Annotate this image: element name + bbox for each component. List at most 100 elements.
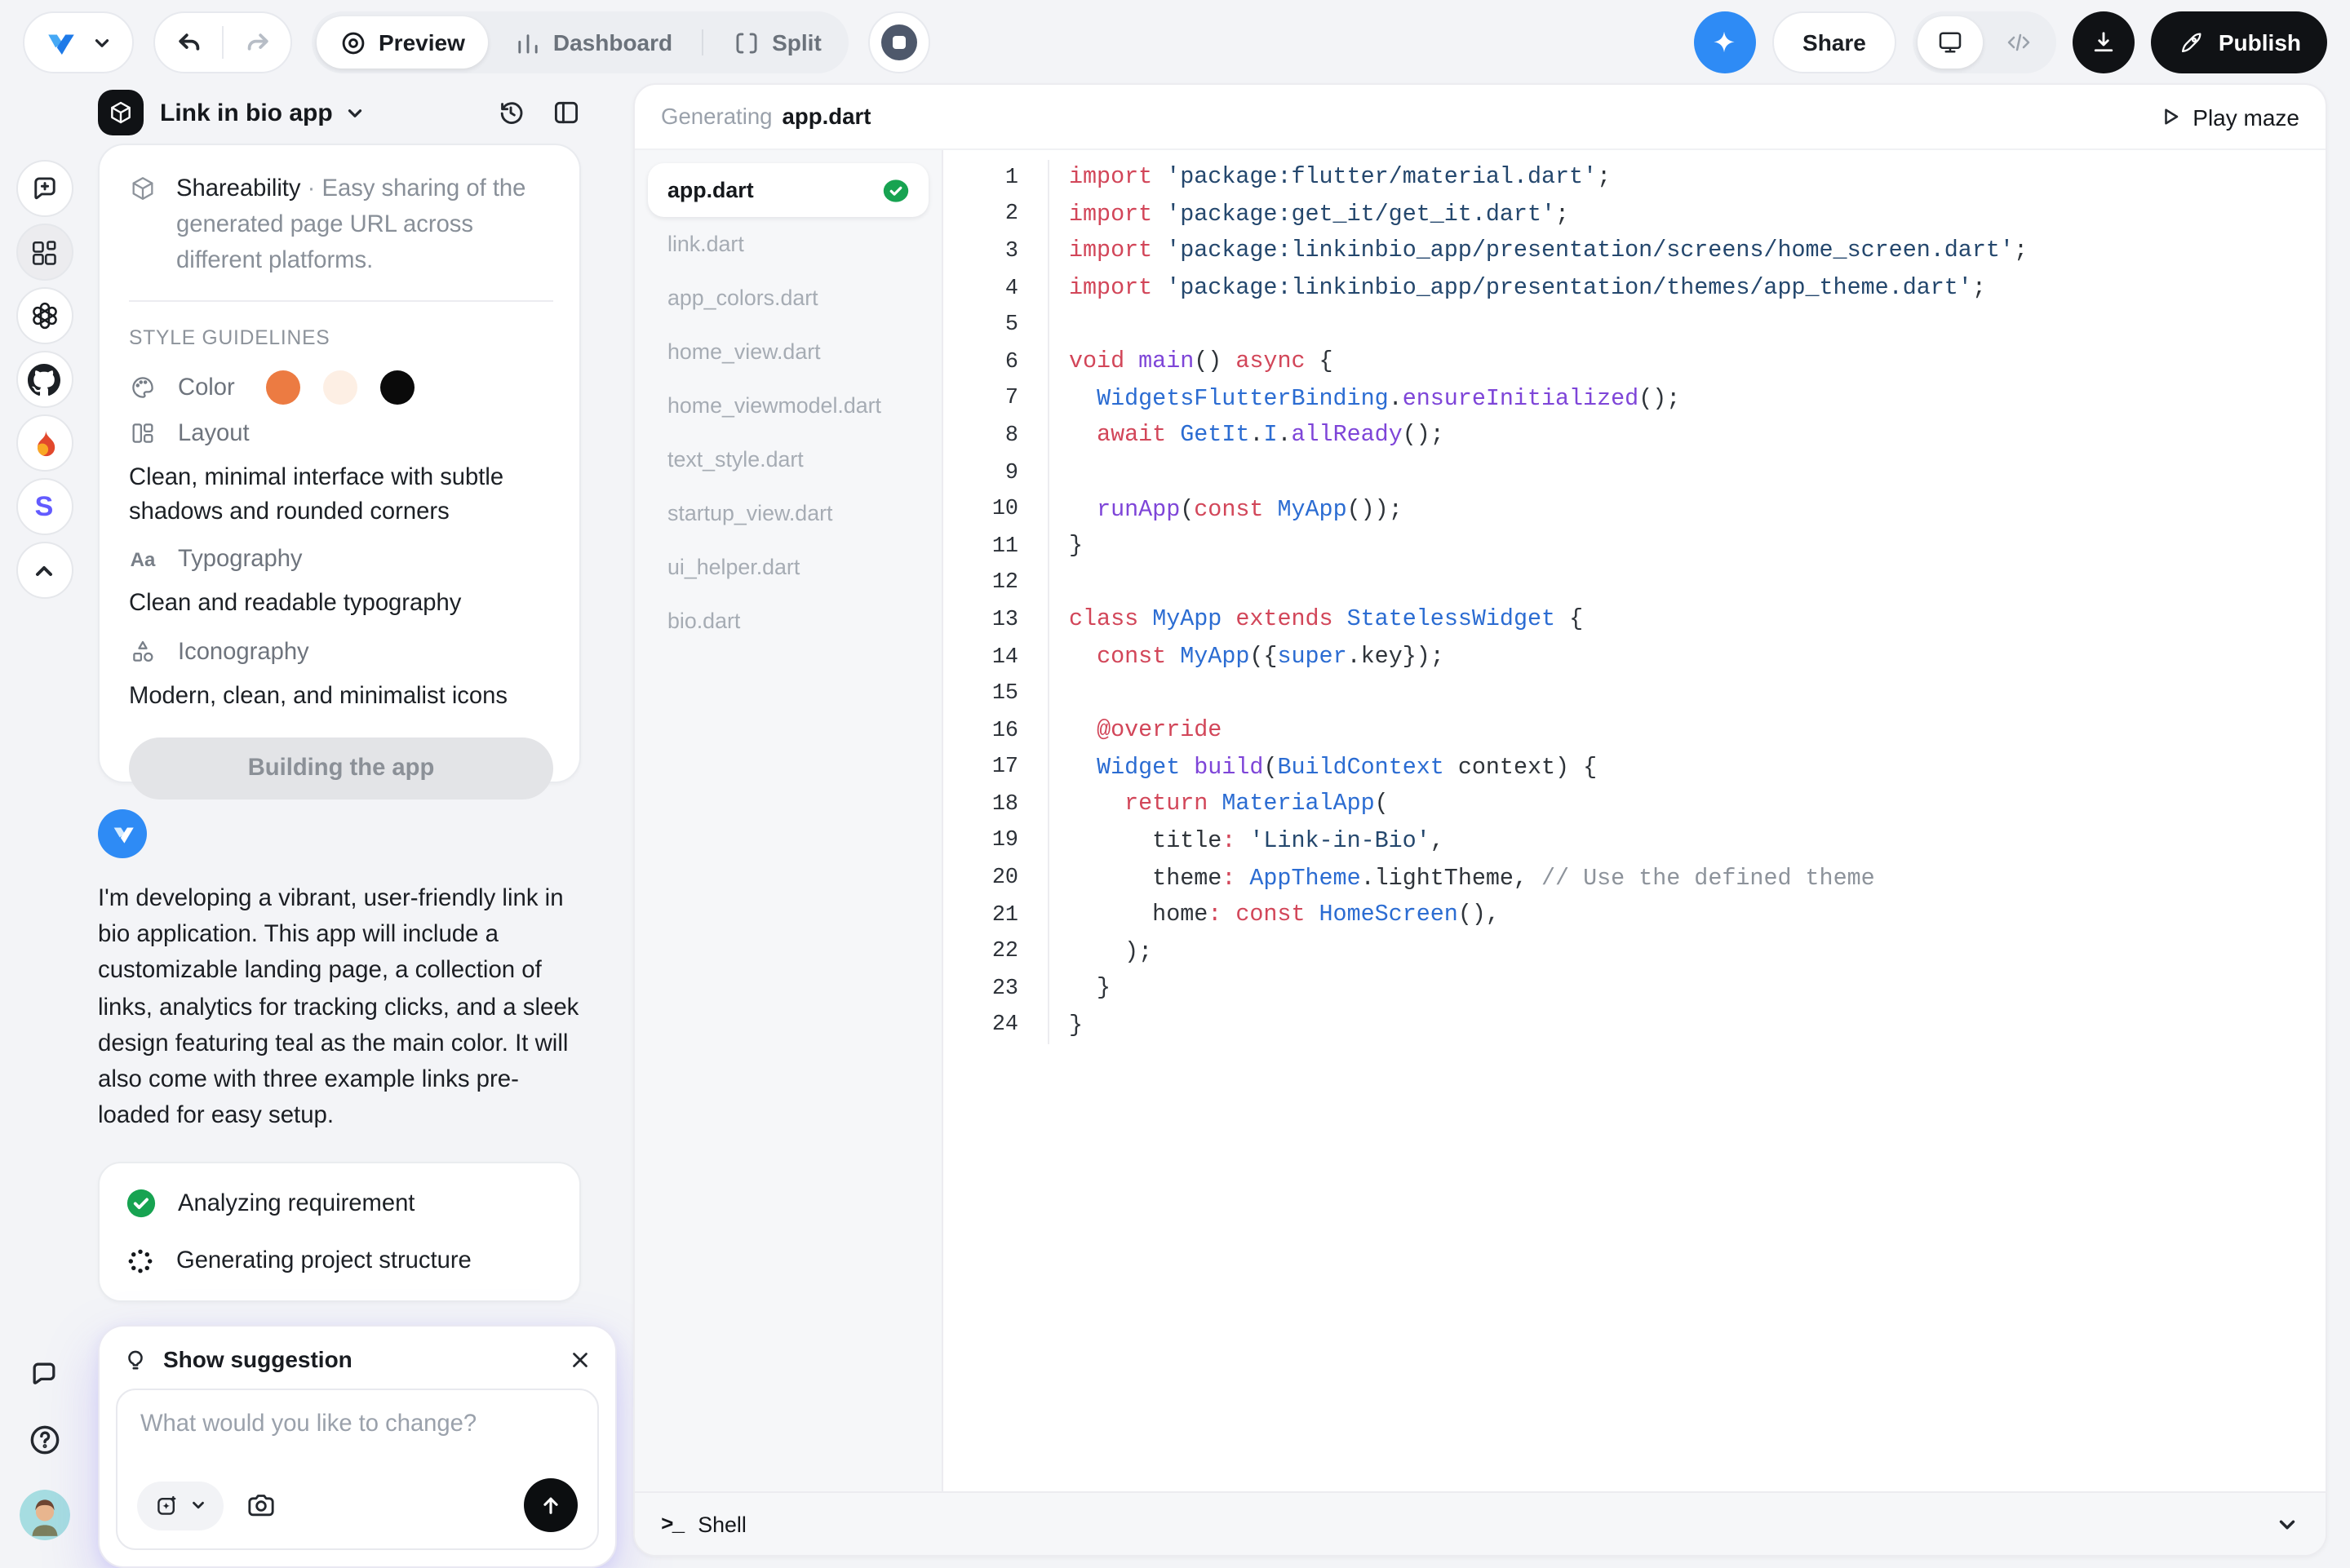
app-logo-icon <box>44 25 78 60</box>
code-line: 22 ); <box>943 933 2326 972</box>
download-button[interactable] <box>2073 11 2135 73</box>
palette-icon <box>129 374 157 401</box>
code-line: 24} <box>943 1008 2326 1045</box>
screenshot-icon[interactable] <box>245 1489 277 1521</box>
code-text: ); <box>1048 933 2326 972</box>
code-line: 9 <box>943 454 2326 492</box>
rocket-icon <box>2178 29 2206 56</box>
shell-label: Shell <box>698 1512 747 1536</box>
play-maze-button[interactable]: Play maze <box>2157 104 2299 130</box>
code-line: 23 } <box>943 971 2326 1008</box>
code-line: 2 import 'package:get_it/get_it.dart'; <box>943 197 2326 234</box>
code-text: await GetIt. I. allReady (); <box>1048 418 2326 455</box>
version-history-icon[interactable] <box>496 98 525 127</box>
stop-icon <box>881 24 918 60</box>
line-number: 10 <box>991 498 1018 523</box>
layout-icon <box>129 419 157 447</box>
tab-preview[interactable]: Preview <box>317 16 488 69</box>
close-icon[interactable] <box>568 1347 592 1371</box>
code-text: } <box>1048 1008 2326 1045</box>
magic-edit-icon <box>153 1492 180 1518</box>
line-number: 12 <box>991 571 1018 596</box>
user-avatar[interactable] <box>19 1490 69 1540</box>
history-controls <box>153 11 292 73</box>
feedback-chat-icon[interactable] <box>28 1358 60 1390</box>
layout-label: Layout <box>178 420 250 446</box>
building-the-app-button[interactable]: Building the app <box>129 737 553 800</box>
layout-desc: Clean, minimal interface with subtle sha… <box>129 465 504 525</box>
code-text <box>1048 307 2326 344</box>
line-number: 6 <box>1004 350 1018 375</box>
ai-assist-button[interactable] <box>1693 11 1756 73</box>
publish-button[interactable]: Publish <box>2151 11 2327 73</box>
file-item[interactable]: text_style.dart <box>648 432 929 486</box>
flame-integration-button[interactable] <box>16 414 73 472</box>
code-text: WidgetsFlutterBinding. ensureInitialized(… <box>1048 381 2326 419</box>
new-chat-button[interactable] <box>16 160 73 217</box>
code-editor[interactable]: 1 import 'package:flutter/material.dart';… <box>943 150 2326 1491</box>
desktop-view-button[interactable] <box>1918 16 1984 69</box>
stop-recording-button[interactable] <box>868 11 931 73</box>
color-row: Color <box>129 370 553 405</box>
typography-icon: Aa <box>130 548 156 571</box>
code-line: 7 WidgetsFlutterBinding. ensureInitialize… <box>943 381 2326 419</box>
project-chevron-icon[interactable] <box>344 102 366 123</box>
code-text: class MyApp extends StatelessWidget { <box>1048 602 2326 640</box>
file-item[interactable]: home_view.dart <box>648 325 929 379</box>
file-item[interactable]: bio.dart <box>648 594 929 648</box>
code-line: 17 Widget build(BuildContext context) { <box>943 750 2326 787</box>
feature-separator: · <box>307 176 316 202</box>
top-bar: Preview Dashboard Split Share Publish <box>0 0 2350 85</box>
swatch-peach <box>322 370 357 405</box>
file-item[interactable]: startup_view.dart <box>648 486 929 540</box>
share-button[interactable]: Share <box>1771 11 1897 73</box>
file-name: link.dart <box>667 232 744 256</box>
file-item[interactable]: ui_helper.dart <box>648 540 929 594</box>
code-view-button[interactable] <box>1987 16 2052 69</box>
code-line: 6 void main() async { <box>943 343 2326 382</box>
code-text: import 'package:linkinbio_app/presentati… <box>1048 233 2326 271</box>
file-name: home_viewmodel.dart <box>667 393 881 418</box>
workspace-menu-button[interactable] <box>23 11 134 73</box>
status-row-loading: Generating project structure <box>126 1247 553 1276</box>
stripe-logo: S <box>34 490 54 521</box>
collapse-rail-button[interactable] <box>16 542 73 599</box>
iconography-label: Iconography <box>178 639 309 665</box>
prompt-input[interactable] <box>137 1410 584 1439</box>
line-number: 17 <box>991 755 1018 781</box>
chevron-down-icon <box>91 32 113 53</box>
code-line: 10 runApp(const MyApp ()); <box>943 491 2326 529</box>
typography-label: Typography <box>178 547 303 573</box>
editor-panel: Generating app.dart Play maze app.dart li… <box>633 83 2327 1557</box>
stripe-integration-button[interactable]: S <box>16 478 73 535</box>
file-item[interactable]: home_viewmodel.dart <box>648 379 929 432</box>
help-icon[interactable] <box>27 1423 61 1457</box>
code-text: import 'package:linkinbio_app/presentati… <box>1048 270 2326 308</box>
tab-dashboard[interactable]: Dashboard <box>491 16 695 69</box>
shapes-icon <box>129 638 157 666</box>
line-number: 13 <box>991 608 1018 633</box>
blocks-panel-button[interactable] <box>16 224 73 281</box>
download-icon <box>2090 28 2119 57</box>
line-number: 15 <box>991 682 1018 707</box>
check-circle-icon <box>126 1188 157 1219</box>
github-integration-button[interactable] <box>16 351 73 408</box>
toggle-panel-icon[interactable] <box>552 98 581 127</box>
shell-bar[interactable]: >_ Shell <box>635 1491 2326 1555</box>
integration-rail: S <box>0 85 88 1566</box>
send-button[interactable] <box>524 1478 578 1532</box>
file-item[interactable]: app_colors.dart <box>648 271 929 325</box>
code-line: 4 import 'package:linkinbio_app/presentat… <box>943 270 2326 308</box>
openai-integration-button[interactable] <box>16 287 73 344</box>
redo-button[interactable] <box>224 13 290 72</box>
undo-button[interactable] <box>155 13 222 72</box>
model-selector[interactable] <box>137 1481 224 1530</box>
shell-expand-icon[interactable] <box>2275 1512 2299 1536</box>
status-row-done: Analyzing requirement <box>126 1188 553 1219</box>
tab-split[interactable]: Split <box>710 16 845 69</box>
code-text: import 'package:flutter/material.dart'; <box>1048 160 2326 197</box>
code-text: theme: AppTheme .lightTheme, // Use the d… <box>1048 860 2326 897</box>
file-item[interactable]: app.dart <box>648 163 929 217</box>
file-item[interactable]: link.dart <box>648 217 929 271</box>
file-name: startup_view.dart <box>667 501 833 525</box>
